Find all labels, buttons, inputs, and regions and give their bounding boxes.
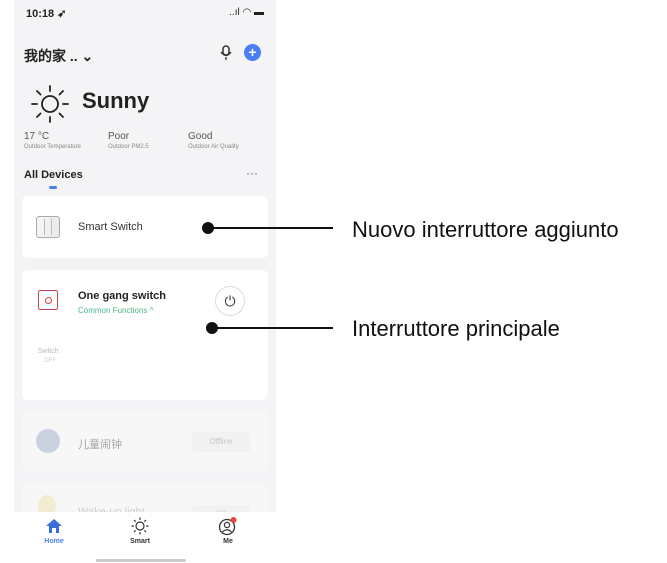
tab-bar: Home Smart Me [14, 512, 276, 563]
tab-smart[interactable]: Smart [120, 516, 160, 545]
microphone-icon[interactable] [220, 45, 232, 64]
stat-air-quality: Good Outdoor Air Quality [188, 131, 239, 150]
annotation-new-switch: Nuovo interruttore aggiunto [352, 217, 619, 242]
add-device-button[interactable]: + [244, 44, 261, 61]
status-time: 10:18 ➶ [26, 8, 67, 20]
annotation-main-switch: Interruttore principale [352, 316, 560, 341]
device-card-one-gang-switch[interactable]: One gang switch Common Functions ^ ⏻ Swi… [22, 270, 268, 400]
stat-pm25: Poor Outdoor PM2.5 [108, 131, 149, 150]
home-indicator [96, 559, 186, 562]
stat-label: Outdoor Air Quality [188, 144, 239, 150]
tab-me[interactable]: Me [208, 516, 248, 545]
gang-switch-icon [38, 290, 58, 310]
sun-icon [120, 516, 160, 536]
device-name: One gang switch [78, 290, 167, 302]
stat-value: 17 °C [24, 131, 50, 142]
home-selector[interactable]: 我的家 .. ⌄ [24, 46, 93, 66]
device-name: 儿童闹钟 [78, 439, 122, 451]
callout-line [212, 327, 333, 329]
device-card-alarm-clock[interactable]: 儿童闹钟 Offline [22, 410, 268, 472]
stat-value: Poor [108, 131, 130, 142]
tab-home[interactable]: Home [34, 516, 74, 545]
stat-label: Outdoor Temperature [24, 144, 81, 150]
tab-indicator [49, 186, 57, 189]
tab-all-devices[interactable]: All Devices [24, 169, 83, 181]
weather-condition: Sunny [82, 88, 150, 113]
switch-icon [36, 216, 60, 238]
sun-icon [31, 85, 69, 123]
offline-badge: Offline [192, 432, 250, 452]
tab-label: Me [223, 538, 233, 545]
stat-value: Good [188, 131, 213, 142]
alarm-clock-icon [36, 429, 60, 453]
more-button[interactable]: ··· [246, 166, 258, 180]
power-icon[interactable]: ⏻ [215, 286, 245, 316]
switch-value: OFF [44, 358, 56, 364]
stat-label: Outdoor PM2.5 [108, 144, 149, 150]
device-name: Smart Switch [78, 221, 143, 233]
stat-temperature: 17 °C Outdoor Temperature [24, 131, 81, 150]
home-icon [34, 516, 74, 536]
phone-screen: 10:18 ➶ ..ıl ◠ ▬ 我的家 .. ⌄ + Sunny 17 °C … [14, 0, 276, 563]
tab-label: Home [44, 538, 64, 545]
callout-line [208, 227, 333, 229]
status-icons: ..ıl ◠ ▬ [229, 7, 264, 18]
tab-label: Smart [130, 538, 150, 545]
switch-label: Switch [38, 348, 59, 355]
common-functions-link[interactable]: Common Functions ^ [78, 306, 153, 315]
profile-icon [208, 516, 248, 536]
